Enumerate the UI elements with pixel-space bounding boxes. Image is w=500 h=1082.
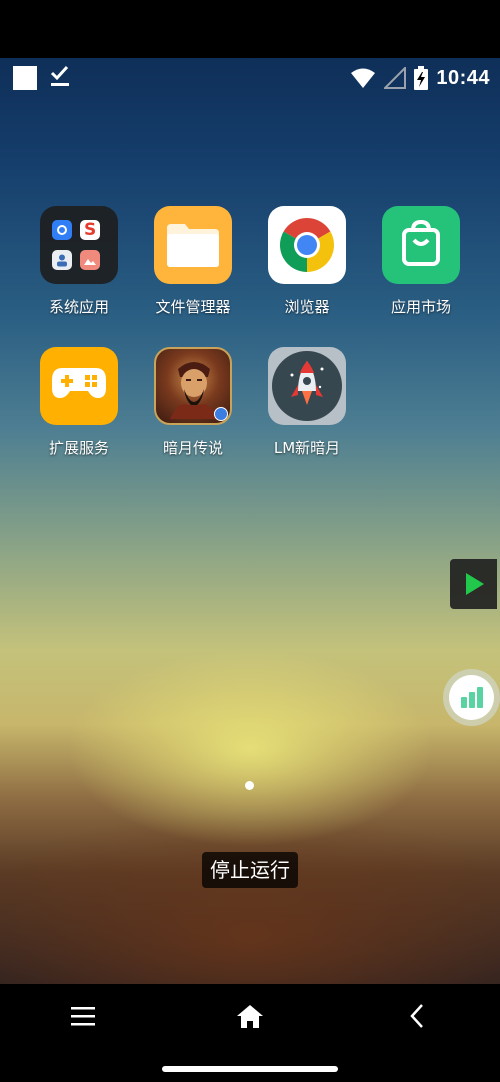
battery-charging-icon (414, 66, 429, 90)
floating-ball[interactable] (443, 669, 500, 726)
app-system[interactable]: S 系统应用 (23, 206, 135, 317)
rocket-icon (268, 347, 346, 425)
stop-running-button[interactable]: 停止运行 (202, 852, 298, 888)
home-indicator[interactable] (162, 1066, 338, 1072)
app-label: 暗月传说 (162, 439, 223, 457)
app-file-manager[interactable]: 文件管理器 (137, 206, 249, 317)
app-label: LM新暗月 (273, 439, 341, 457)
home-icon[interactable] (230, 996, 270, 1036)
checkbox-icon (50, 65, 69, 86)
app-label: 系统应用 (48, 298, 109, 316)
chrome-icon (268, 206, 346, 284)
app-label: 应用市场 (390, 298, 451, 316)
app-label: 扩展服务 (48, 439, 109, 457)
signal-icon (384, 67, 407, 89)
app-browser[interactable]: 浏览器 (251, 206, 363, 317)
gamepad-icon (40, 347, 118, 425)
play-icon (466, 573, 484, 595)
wifi-icon (351, 68, 376, 88)
game-avatar-icon (154, 347, 232, 425)
play-floating-button[interactable] (450, 559, 497, 609)
app-store-icon (382, 206, 460, 284)
app-lm-dark-moon[interactable]: LM新暗月 (251, 347, 363, 458)
app-dark-moon-legend[interactable]: 暗月传说 (137, 347, 249, 458)
app-label: 浏览器 (284, 298, 330, 316)
files-icon (154, 206, 232, 284)
page-indicator-dot (245, 781, 254, 790)
wallpaper (0, 58, 500, 984)
top-black-bar (0, 0, 500, 58)
clock: 10:44 (436, 66, 490, 89)
back-icon[interactable] (397, 996, 437, 1036)
status-bar: 10:44 (0, 58, 500, 98)
notification-square-icon (13, 66, 37, 90)
app-label: 文件管理器 (155, 298, 231, 316)
folder-icon: S (40, 206, 118, 284)
app-extension-service[interactable]: 扩展服务 (23, 347, 135, 458)
stats-bar-icon (461, 687, 483, 708)
app-market[interactable]: 应用市场 (365, 206, 477, 317)
menu-icon[interactable] (63, 996, 103, 1036)
